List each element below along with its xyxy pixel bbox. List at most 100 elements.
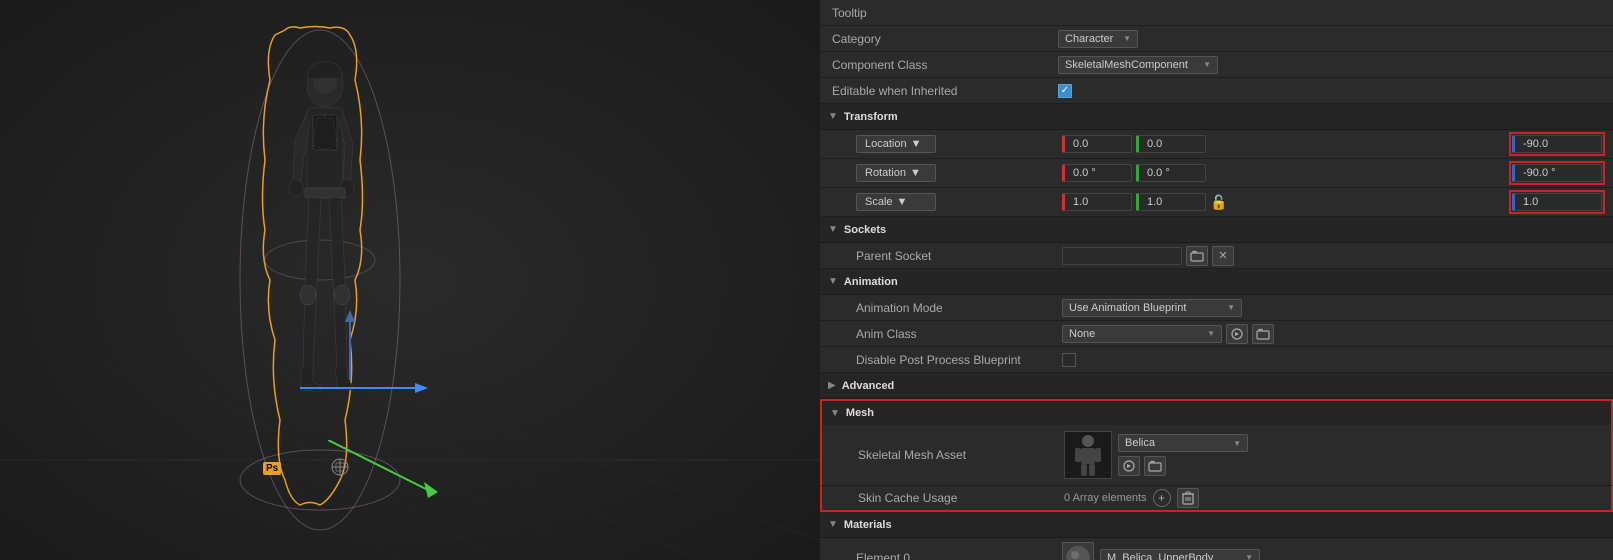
scale-x-input[interactable]: 1.0 xyxy=(1062,193,1132,211)
disable-post-process-label: Disable Post Process Blueprint xyxy=(852,353,1062,367)
animation-mode-text: Use Animation Blueprint xyxy=(1069,302,1186,314)
location-z-input[interactable]: -90.0 xyxy=(1512,135,1602,153)
location-y-value: 0.0 xyxy=(1147,138,1162,150)
anim-class-navigate-icon[interactable] xyxy=(1226,324,1248,344)
component-class-dropdown[interactable]: SkeletalMeshComponent ▼ xyxy=(1058,56,1218,74)
anim-class-dropdown[interactable]: None ▼ xyxy=(1062,325,1222,343)
materials-section-header[interactable]: ▼ Materials xyxy=(820,512,1613,538)
disable-post-process-checkbox[interactable] xyxy=(1062,353,1076,367)
skeletal-mesh-row: Skeletal Mesh Asset Belica ▼ xyxy=(820,425,1613,486)
anim-class-row: Anim Class None ▼ xyxy=(820,321,1613,347)
delete-array-icon[interactable] xyxy=(1177,488,1199,508)
chevron-down-icon: ▼ xyxy=(1207,329,1215,338)
tooltip-label: Tooltip xyxy=(828,6,1058,20)
animation-mode-dropdown[interactable]: Use Animation Blueprint ▼ xyxy=(1062,299,1242,317)
anim-class-label: Anim Class xyxy=(852,327,1062,341)
element0-controls: M_Belica_UpperBody ▼ xyxy=(1062,542,1605,560)
scale-z-input[interactable]: 1.0 xyxy=(1512,193,1602,211)
rotation-label-container[interactable]: Rotation ▼ xyxy=(852,164,1062,182)
disable-post-process-row: Disable Post Process Blueprint xyxy=(820,347,1613,373)
collapse-arrow-icon: ▼ xyxy=(830,408,840,419)
component-class-row: Component Class SkeletalMeshComponent ▼ xyxy=(820,52,1613,78)
scale-z-value: 1.0 xyxy=(1523,196,1538,208)
element0-material-text: M_Belica_UpperBody xyxy=(1107,552,1213,560)
disable-post-process-value[interactable] xyxy=(1062,353,1605,367)
anim-class-browse-icon[interactable] xyxy=(1252,324,1274,344)
parent-socket-controls: ✕ xyxy=(1062,246,1605,266)
scale-y-input[interactable]: 1.0 xyxy=(1136,193,1206,211)
scale-row: Scale ▼ 1.0 1.0 🔓 1.0 xyxy=(820,188,1613,217)
animation-mode-label: Animation Mode xyxy=(852,301,1062,315)
rotation-label-text: Rotation xyxy=(865,167,906,179)
scale-button[interactable]: Scale ▼ xyxy=(856,193,936,211)
editable-inherited-value[interactable] xyxy=(1058,84,1605,98)
scale-x-value: 1.0 xyxy=(1073,196,1088,208)
collapse-arrow-icon: ▼ xyxy=(828,111,838,122)
mesh-section-title: Mesh xyxy=(846,407,874,419)
mesh-thumbnail xyxy=(1064,431,1112,479)
scale-y-value: 1.0 xyxy=(1147,196,1162,208)
rotation-y-input[interactable]: 0.0 ° xyxy=(1136,164,1206,182)
skin-cache-controls: 0 Array elements + xyxy=(1064,488,1603,508)
socket-clear-icon[interactable]: ✕ xyxy=(1212,246,1234,266)
rotation-z-value: -90.0 ° xyxy=(1523,167,1556,179)
rotation-row: Rotation ▼ 0.0 ° 0.0 ° -90.0 ° xyxy=(820,159,1613,188)
editable-inherited-label: Editable when Inherited xyxy=(828,84,1058,98)
animation-mode-row: Animation Mode Use Animation Blueprint ▼ xyxy=(820,295,1613,321)
mesh-browse-icon[interactable] xyxy=(1144,456,1166,476)
scale-lock-icon[interactable]: 🔓 xyxy=(1210,194,1227,211)
collapse-arrow-icon: ▼ xyxy=(828,276,838,287)
scale-label-text: Scale xyxy=(865,196,893,208)
animation-section-header[interactable]: ▼ Animation xyxy=(820,269,1613,295)
location-button[interactable]: Location ▼ xyxy=(856,135,936,153)
material-thumbnail xyxy=(1062,542,1094,560)
parent-socket-input[interactable] xyxy=(1062,247,1182,265)
mesh-asset-dropdown[interactable]: Belica ▼ xyxy=(1118,434,1248,452)
expand-arrow-icon: ▶ xyxy=(828,380,836,391)
anim-class-text: None xyxy=(1069,328,1095,340)
properties-panel: Tooltip Category Character ▼ Component C… xyxy=(820,0,1613,560)
chevron-down-icon: ▼ xyxy=(1123,34,1131,43)
socket-browse-icon[interactable] xyxy=(1186,246,1208,266)
sockets-section-header[interactable]: ▼ Sockets xyxy=(820,217,1613,243)
location-x-value: 0.0 xyxy=(1073,138,1088,150)
parent-socket-label: Parent Socket xyxy=(852,249,1062,263)
category-value[interactable]: Character ▼ xyxy=(1058,30,1605,48)
component-class-dropdown-text: SkeletalMeshComponent xyxy=(1065,59,1188,71)
add-array-element-button[interactable]: + xyxy=(1153,489,1171,507)
chevron-down-icon: ▼ xyxy=(897,196,908,208)
skin-cache-label: Skin Cache Usage xyxy=(854,491,1064,505)
parent-socket-row: Parent Socket ✕ xyxy=(820,243,1613,269)
component-class-value[interactable]: SkeletalMeshComponent ▼ xyxy=(1058,56,1605,74)
rotation-button[interactable]: Rotation ▼ xyxy=(856,164,936,182)
chevron-down-icon: ▼ xyxy=(1233,439,1241,448)
advanced-section-header[interactable]: ▶ Advanced xyxy=(820,373,1613,399)
rotation-z-input[interactable]: -90.0 ° xyxy=(1512,164,1602,182)
skin-cache-value-text: 0 Array elements xyxy=(1064,492,1147,504)
category-dropdown[interactable]: Character ▼ xyxy=(1058,30,1138,48)
scale-label-container[interactable]: Scale ▼ xyxy=(852,193,1062,211)
tooltip-row: Tooltip xyxy=(820,0,1613,26)
chevron-down-icon: ▼ xyxy=(1203,60,1211,69)
editable-inherited-checkbox[interactable] xyxy=(1058,84,1072,98)
transform-section-header[interactable]: ▼ Transform xyxy=(820,104,1613,130)
ps-badge: Ps xyxy=(263,462,281,475)
animation-mode-value[interactable]: Use Animation Blueprint ▼ xyxy=(1062,299,1605,317)
rotation-y-value: 0.0 ° xyxy=(1147,167,1170,179)
mesh-section-header[interactable]: ▼ Mesh xyxy=(820,399,1613,425)
mesh-navigate-icon[interactable] xyxy=(1118,456,1140,476)
transform-section-title: Transform xyxy=(844,111,898,123)
chevron-down-icon: ▼ xyxy=(1245,553,1253,560)
location-label-container[interactable]: Location ▼ xyxy=(852,135,1062,153)
location-z-value: -90.0 xyxy=(1523,138,1548,150)
x-icon: ✕ xyxy=(1218,249,1227,262)
component-class-label: Component Class xyxy=(828,58,1058,72)
location-x-input[interactable]: 0.0 xyxy=(1062,135,1132,153)
skin-cache-row: Skin Cache Usage 0 Array elements + xyxy=(820,486,1613,512)
rotation-x-value: 0.0 ° xyxy=(1073,167,1096,179)
mesh-asset-text: Belica xyxy=(1125,437,1155,449)
rotation-x-input[interactable]: 0.0 ° xyxy=(1062,164,1132,182)
skeletal-mesh-controls: Belica ▼ xyxy=(1064,431,1603,479)
element0-material-dropdown[interactable]: M_Belica_UpperBody ▼ xyxy=(1100,549,1260,560)
location-y-input[interactable]: 0.0 xyxy=(1136,135,1206,153)
